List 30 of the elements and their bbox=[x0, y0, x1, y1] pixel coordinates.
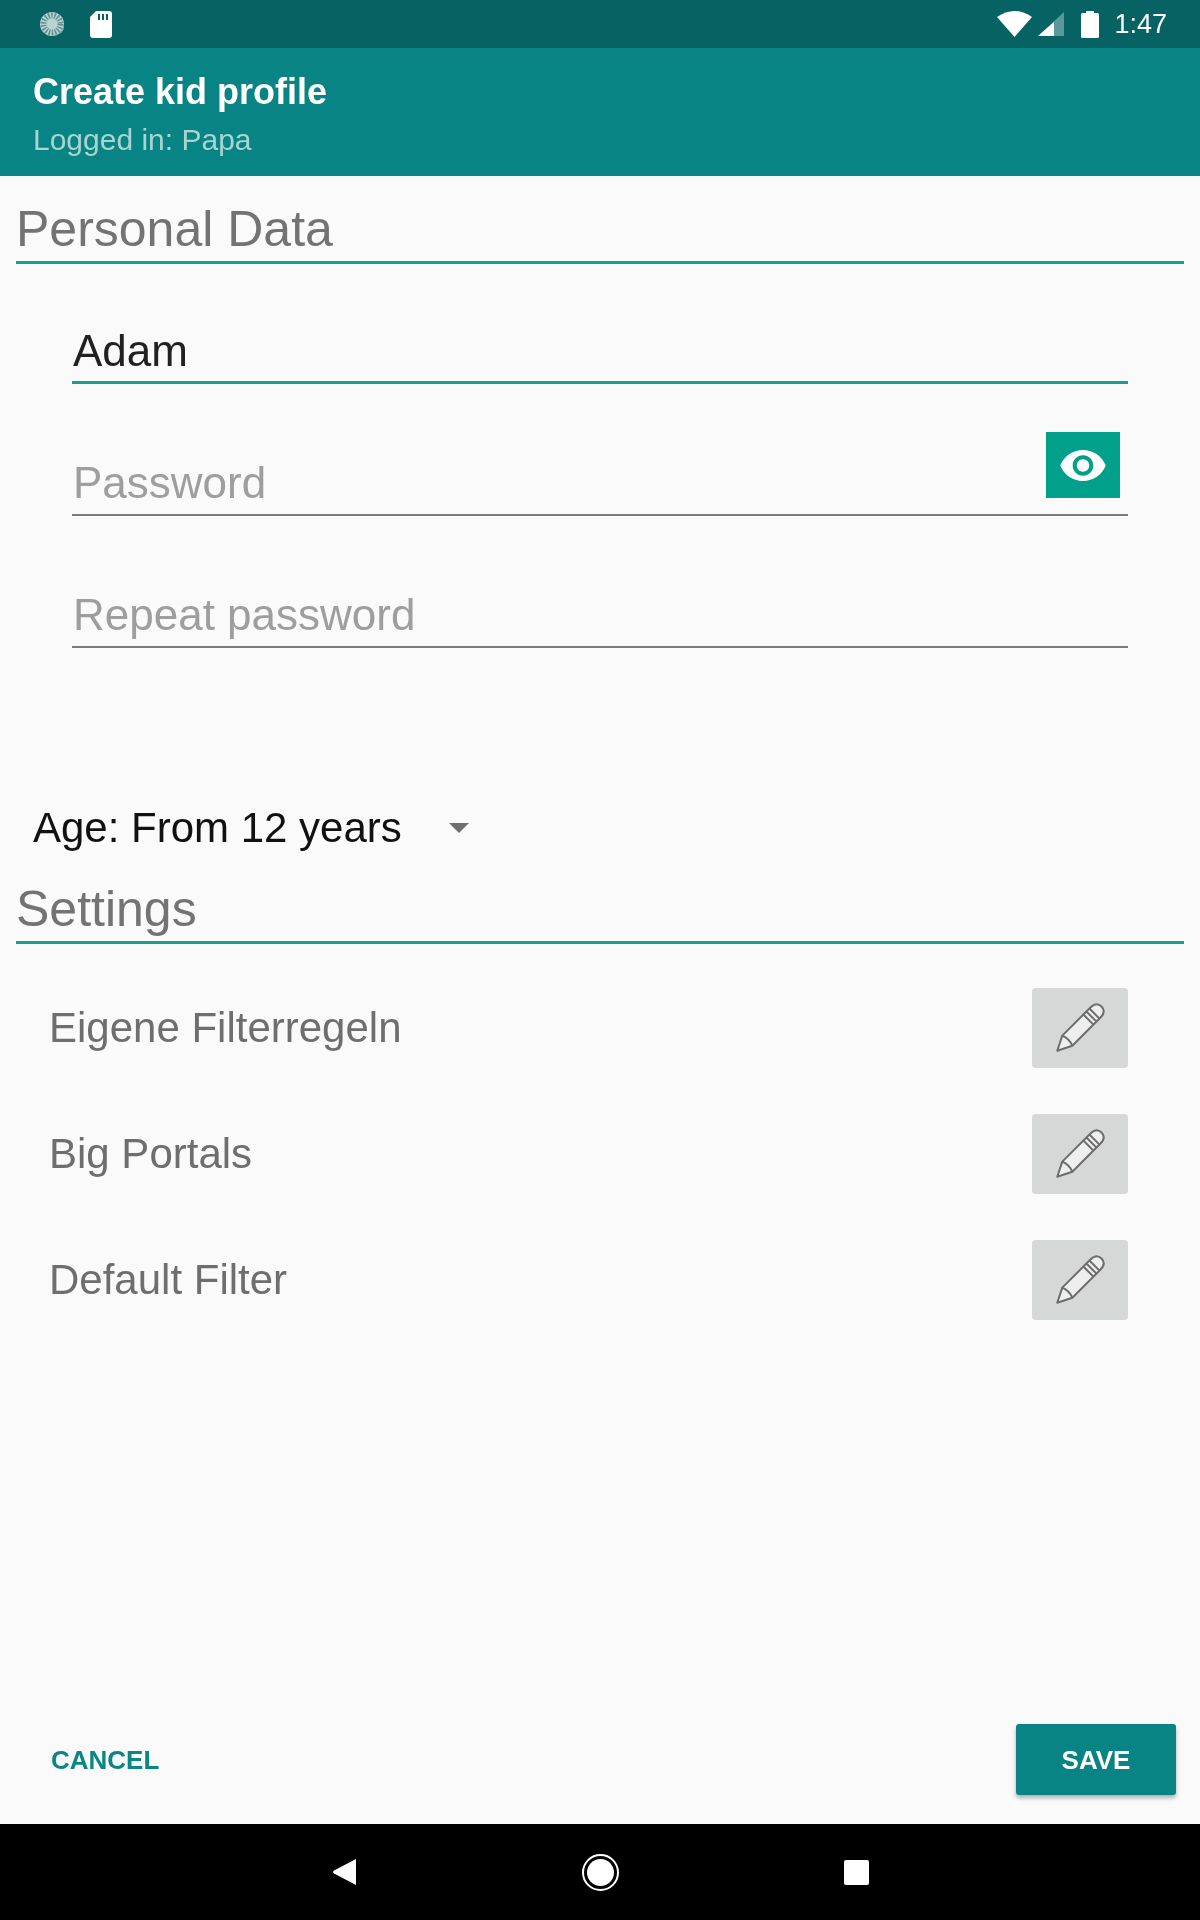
filter-label: Big Portals bbox=[49, 1130, 253, 1178]
wifi-icon bbox=[997, 11, 1033, 37]
show-password-button[interactable] bbox=[1046, 432, 1120, 498]
section-heading: Personal Data bbox=[15, 200, 333, 258]
cancel-button[interactable]: CANCEL bbox=[51, 1744, 160, 1775]
eye-icon bbox=[1060, 449, 1106, 481]
filter-label: Default Filter bbox=[49, 1256, 288, 1304]
caret-icon bbox=[448, 823, 469, 833]
back-icon[interactable] bbox=[331, 1858, 357, 1886]
logged-in-subtitle: Logged in: Papa bbox=[33, 122, 252, 158]
edit-button[interactable] bbox=[1032, 988, 1128, 1068]
section-heading: Settings bbox=[15, 880, 197, 938]
pencil-icon bbox=[1053, 1127, 1107, 1181]
pencil-icon bbox=[1053, 1253, 1107, 1307]
sd-card-icon bbox=[90, 10, 112, 38]
battery-icon bbox=[1081, 10, 1100, 38]
edit-button[interactable] bbox=[1032, 1114, 1128, 1194]
clock-time: 1:47 bbox=[1114, 8, 1167, 40]
edit-button[interactable] bbox=[1032, 1240, 1128, 1320]
filter-label: Eigene Filterregeln bbox=[49, 1004, 402, 1052]
save-button[interactable]: SAVE bbox=[1016, 1724, 1176, 1795]
text-input-field[interactable]: Adam bbox=[72, 300, 1128, 384]
dotted-circle-icon bbox=[38, 10, 66, 38]
age-dropdown[interactable]: Age: From 12 years bbox=[33, 804, 469, 852]
home-icon[interactable] bbox=[581, 1853, 619, 1891]
square-icon[interactable] bbox=[843, 1859, 869, 1885]
pencil-icon bbox=[1053, 1001, 1107, 1055]
screen-title: Create kid profile bbox=[33, 71, 328, 113]
text-input-field[interactable]: Repeat password bbox=[72, 564, 1128, 648]
signal-icon bbox=[1038, 12, 1065, 36]
